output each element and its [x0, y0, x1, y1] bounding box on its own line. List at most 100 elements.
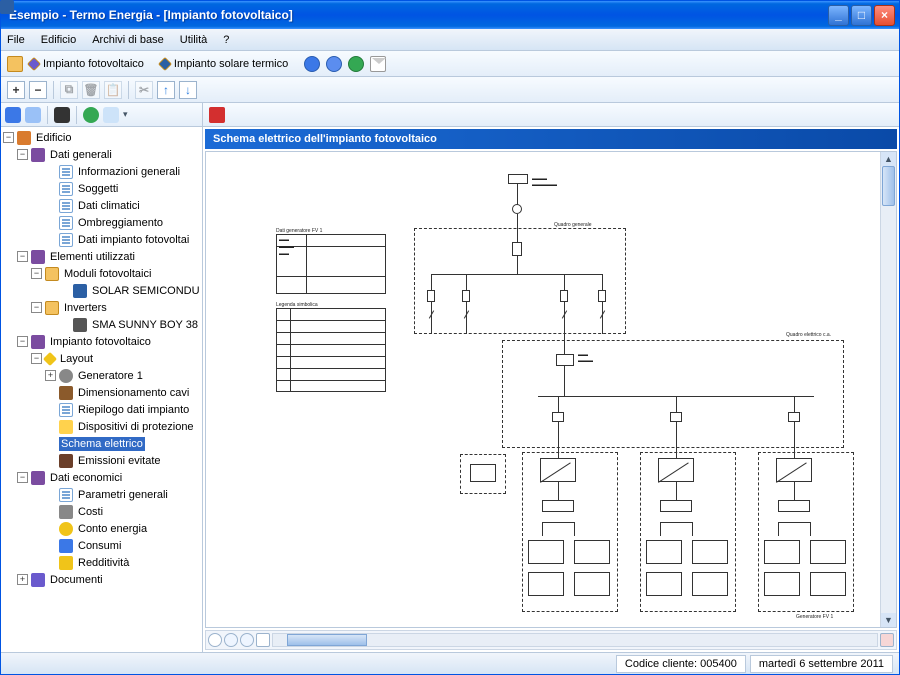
paste-button[interactable]: 📋 [104, 81, 122, 99]
tree-cavi[interactable]: Dimensionamento cavi [1, 384, 202, 401]
globe-icon[interactable] [348, 56, 364, 72]
zoom-tool-icon[interactable] [208, 633, 222, 647]
tree-label: Moduli fotovoltaici [62, 267, 153, 281]
mode-solar-label: Impianto solare termico [174, 58, 288, 70]
tree-emissioni[interactable]: Emissioni evitate [1, 452, 202, 469]
tree-economici[interactable]: −Dati economici [1, 469, 202, 486]
tree-dati-climatici[interactable]: Dati climatici [1, 197, 202, 214]
tree-sma[interactable]: SMA SUNNY BOY 38 [1, 316, 202, 333]
collapse-icon[interactable]: − [17, 149, 28, 160]
mode-solar[interactable]: Impianto solare termico [160, 58, 298, 70]
refresh-icon[interactable] [103, 107, 119, 123]
meter [556, 354, 574, 366]
info-icon[interactable] [304, 56, 320, 72]
tree-conto[interactable]: Conto energia [1, 520, 202, 537]
help-icon[interactable] [326, 56, 342, 72]
tree-label: Parametri generali [76, 488, 170, 502]
tree-dati-impianto-pv[interactable]: Dati impianto fotovoltai [1, 231, 202, 248]
tree-ombreggiamento[interactable]: Ombreggiamento [1, 214, 202, 231]
tree-info-generali[interactable]: Informazioni generali [1, 163, 202, 180]
pv-string [692, 572, 728, 596]
menu-edificio[interactable]: Edificio [41, 34, 76, 46]
panel-title: Schema elettrico dell'impianto fotovolta… [213, 133, 437, 145]
collapse-icon[interactable]: − [3, 132, 14, 143]
mail-icon[interactable] [370, 56, 386, 72]
tree-costi[interactable]: Costi [1, 503, 202, 520]
tree-schema-elettrico[interactable]: Schema elettrico [1, 435, 202, 452]
zoom-out-icon[interactable] [240, 633, 254, 647]
globe-icon[interactable] [83, 107, 99, 123]
tree-dati-generali[interactable]: −Dati generali [1, 146, 202, 163]
tree-inverters[interactable]: −Inverters [1, 299, 202, 316]
collapse-icon[interactable]: − [31, 302, 42, 313]
tree-moduli[interactable]: − Moduli fotovoltaici [1, 265, 202, 282]
diagram-canvas[interactable]: ▬▬▬▬▬▬▬▬ Dati generatore FV 1 ▬▬▬▬▬▬▬ Le… [205, 151, 897, 628]
pv-string [764, 572, 800, 596]
collapse-icon[interactable]: − [17, 336, 28, 347]
diamond-icon [158, 56, 172, 70]
minimize-button[interactable]: _ [828, 5, 849, 26]
tree-protezione[interactable]: Dispositivi di protezione [1, 418, 202, 435]
move-up-button[interactable]: ↑ [157, 81, 175, 99]
tree-elementi[interactable]: −Elementi utilizzati [1, 248, 202, 265]
eraser-icon[interactable] [880, 633, 894, 647]
move-down-button[interactable]: ↓ [179, 81, 197, 99]
table-line [276, 332, 386, 333]
traffic-light-icon[interactable] [54, 107, 70, 123]
copy-button[interactable]: ⧉ [60, 81, 78, 99]
tree-riepilogo[interactable]: Riepilogo dati impianto [1, 401, 202, 418]
remove-button[interactable]: − [29, 81, 47, 99]
zoom-in-icon[interactable] [224, 633, 238, 647]
open-folder-icon[interactable] [7, 56, 23, 72]
tree-redditivita[interactable]: Redditività [1, 554, 202, 571]
collapse-icon[interactable]: − [31, 353, 42, 364]
tree-label: Dati climatici [76, 199, 142, 213]
vertical-scrollbar[interactable]: ▲ ▼ [880, 152, 896, 627]
horizontal-scrollbar[interactable] [272, 633, 878, 647]
tree-view[interactable]: −Edificio −Dati generali Informazioni ge… [1, 127, 202, 652]
collapse-icon[interactable]: − [31, 268, 42, 279]
tree-soggetti[interactable]: Soggetti [1, 180, 202, 197]
add-button[interactable]: + [7, 81, 25, 99]
chart-icon [59, 539, 73, 553]
scroll-up-icon[interactable]: ▲ [881, 152, 896, 166]
collapse-icon[interactable]: − [17, 472, 28, 483]
menu-utilita[interactable]: Utilità [180, 34, 208, 46]
tree-documenti[interactable]: +Documenti [1, 571, 202, 588]
cut-button[interactable]: ✂ [135, 81, 153, 99]
zoom-fit-icon[interactable] [256, 633, 270, 647]
switch [542, 500, 574, 512]
expand-icon[interactable]: + [45, 370, 56, 381]
generatore-label: Generatore FV 1 [796, 614, 833, 620]
scroll-down-icon[interactable]: ▼ [881, 613, 896, 627]
maximize-button[interactable]: □ [851, 5, 872, 26]
tree-layout[interactable]: −Layout [1, 350, 202, 367]
menu-archivi[interactable]: Archivi di base [92, 34, 164, 46]
tree-solar-module[interactable]: SOLAR SEMICONDU [1, 282, 202, 299]
mode-pv-label: Impianto fotovoltaico [43, 58, 144, 70]
wire [558, 482, 559, 500]
nav-back-icon[interactable] [5, 107, 21, 123]
expand-icon[interactable]: + [17, 574, 28, 585]
wire [517, 214, 518, 244]
menu-file[interactable]: File [7, 34, 25, 46]
wire [542, 522, 543, 536]
tree-generatore[interactable]: +Generatore 1 [1, 367, 202, 384]
collapse-icon[interactable]: − [17, 251, 28, 262]
scroll-thumb[interactable] [882, 166, 895, 206]
tree-parametri[interactable]: Parametri generali [1, 486, 202, 503]
tree-consumi[interactable]: Consumi [1, 537, 202, 554]
mode-pv[interactable]: Impianto fotovoltaico [29, 58, 154, 70]
scroll-thumb[interactable] [287, 634, 367, 646]
statusbar: Codice cliente: 005400 martedì 6 settemb… [1, 652, 899, 674]
tree-impianto-pv[interactable]: −Impianto fotovoltaico [1, 333, 202, 350]
pdf-export-icon[interactable] [209, 107, 225, 123]
delete-button[interactable]: 🗑 [82, 81, 100, 99]
close-button[interactable]: × [874, 5, 895, 26]
tree-root[interactable]: −Edificio [1, 129, 202, 146]
menu-help[interactable]: ? [223, 34, 229, 46]
breaker [670, 412, 682, 422]
wire [676, 482, 677, 500]
nav-forward-icon[interactable] [25, 107, 41, 123]
breaker [512, 242, 522, 256]
